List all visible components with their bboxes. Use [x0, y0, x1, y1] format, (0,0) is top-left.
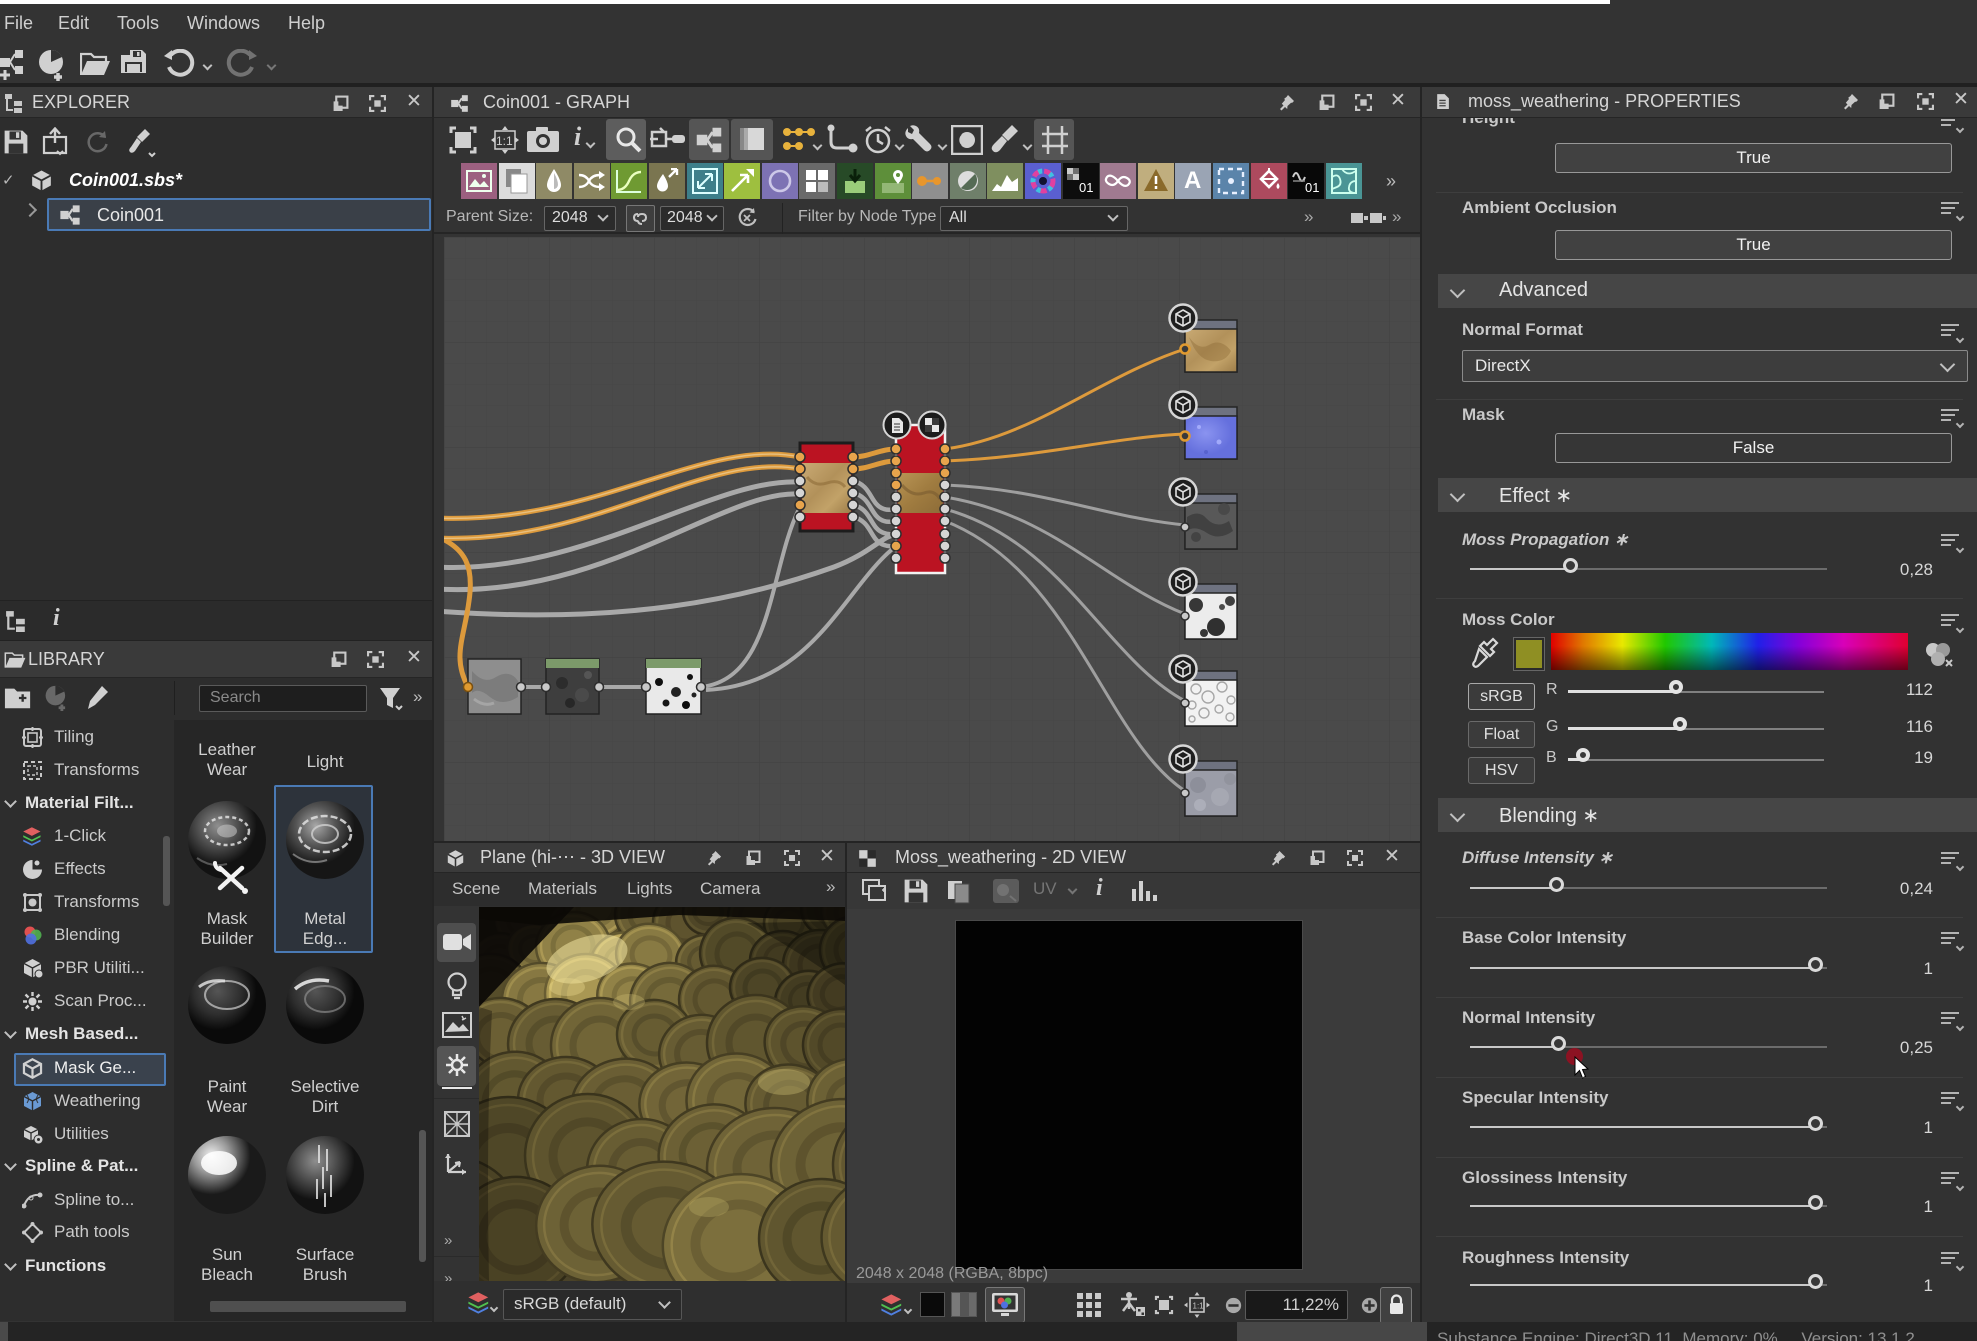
svg-text:01: 01 [1305, 180, 1319, 195]
svg-text:1:1: 1:1 [1193, 1302, 1205, 1311]
svg-text:01: 01 [1079, 180, 1093, 195]
svg-text:1:1: 1:1 [496, 134, 513, 148]
